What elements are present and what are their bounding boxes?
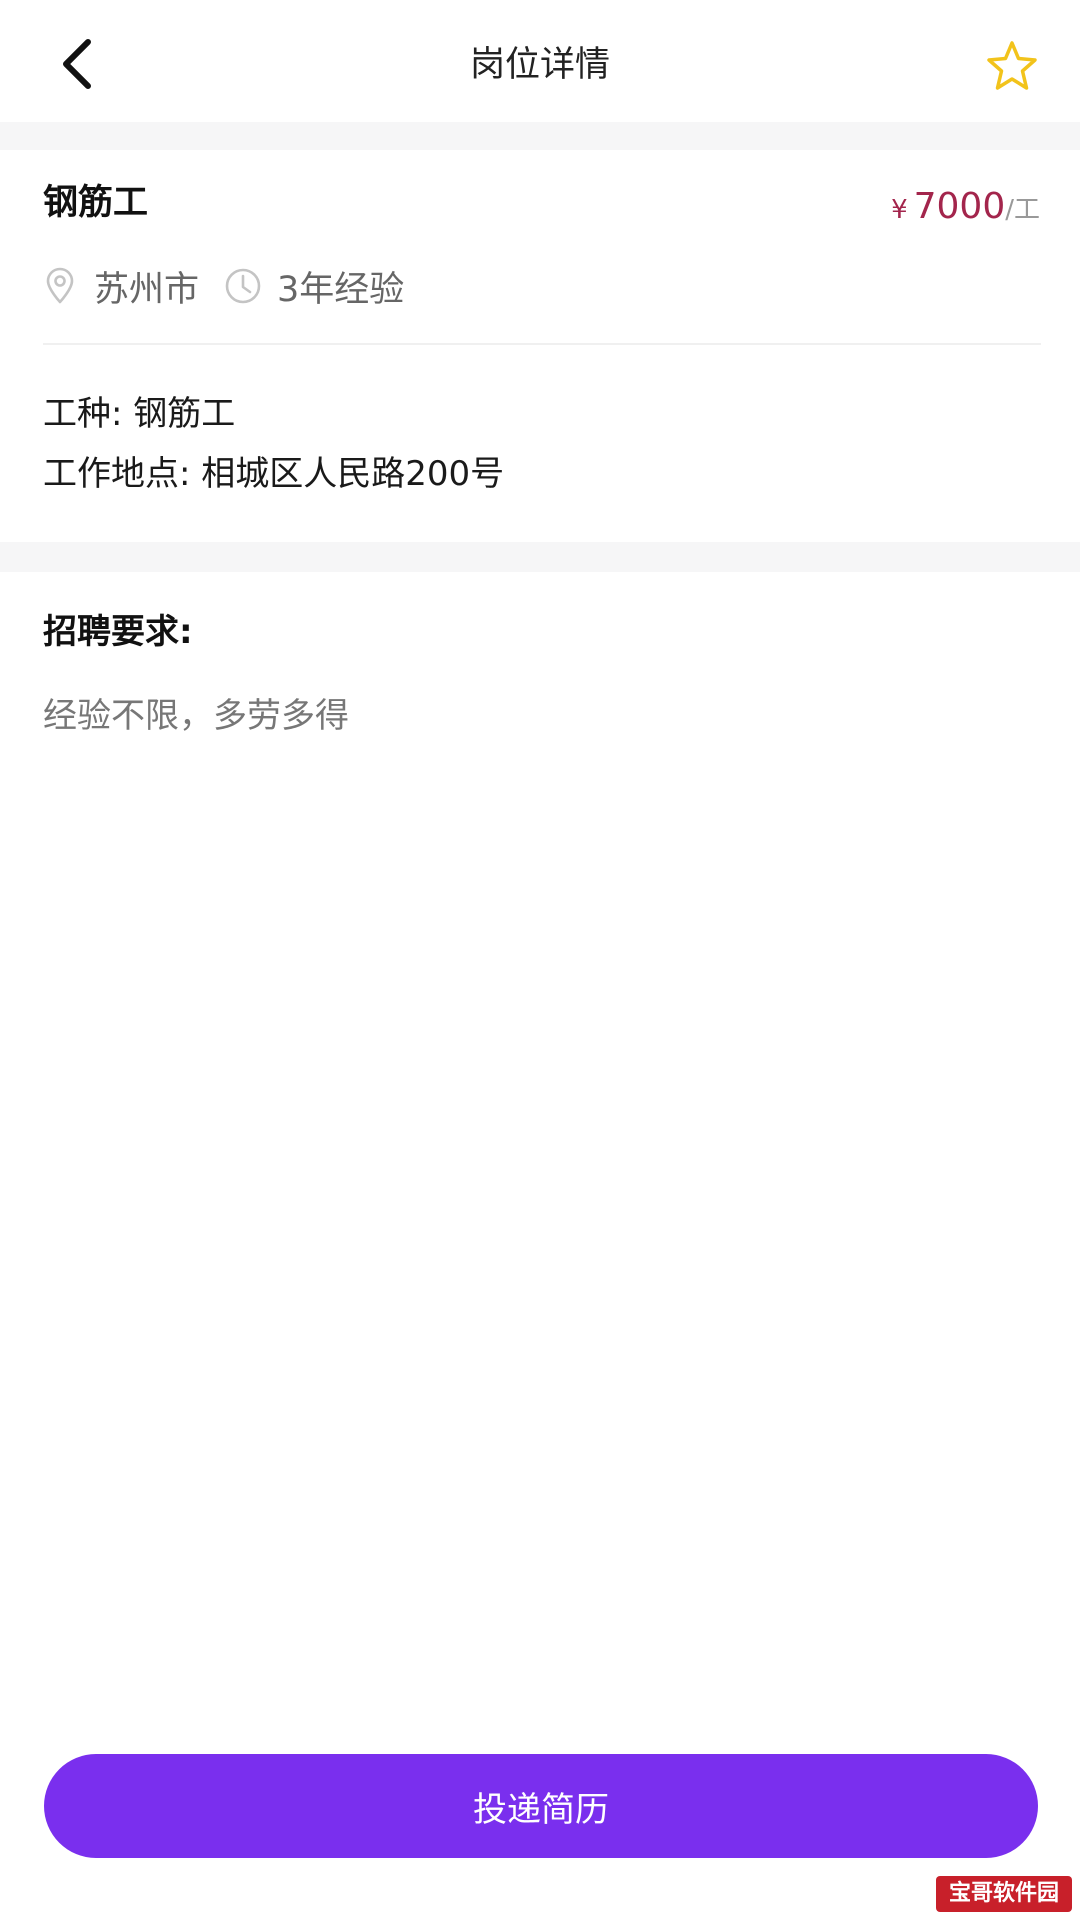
salary: ¥7000/工 xyxy=(891,180,1040,240)
top-bar: 岗位详情 xyxy=(0,0,1080,122)
requirements-text: 经验不限，多劳多得 xyxy=(43,696,349,736)
trade-value: 钢筋工 xyxy=(133,394,236,434)
section-gap xyxy=(0,122,1080,150)
job-experience: 3年经验 xyxy=(277,269,405,310)
section-gap xyxy=(0,542,1080,572)
location-value: 相城区人民路200号 xyxy=(201,454,505,494)
divider xyxy=(43,343,1041,345)
star-outline-icon xyxy=(987,41,1037,90)
location-label: 工作地点: xyxy=(43,454,191,494)
watermark-logo: 宝哥软件园 xyxy=(936,1876,1072,1912)
job-city: 苏州市 xyxy=(94,269,200,310)
salary-amount: 7000 xyxy=(913,186,1006,227)
trade-label: 工种: xyxy=(43,394,123,434)
submit-resume-button[interactable]: 投递简历 xyxy=(44,1754,1038,1858)
salary-unit: /工 xyxy=(1005,195,1040,225)
clock-icon xyxy=(223,266,263,306)
favorite-button[interactable] xyxy=(980,34,1044,98)
job-meta-row: 苏州市 3年经验 xyxy=(40,260,428,312)
job-title: 钢筋工 xyxy=(43,183,149,223)
salary-currency: ¥ xyxy=(891,195,908,225)
page-title: 岗位详情 xyxy=(469,45,610,85)
trade-row: 工种: 钢筋工 xyxy=(43,386,235,442)
requirements-title: 招聘要求: xyxy=(43,612,193,652)
location-row: 工作地点: 相城区人民路200号 xyxy=(43,446,504,502)
location-pin-icon xyxy=(40,266,80,306)
